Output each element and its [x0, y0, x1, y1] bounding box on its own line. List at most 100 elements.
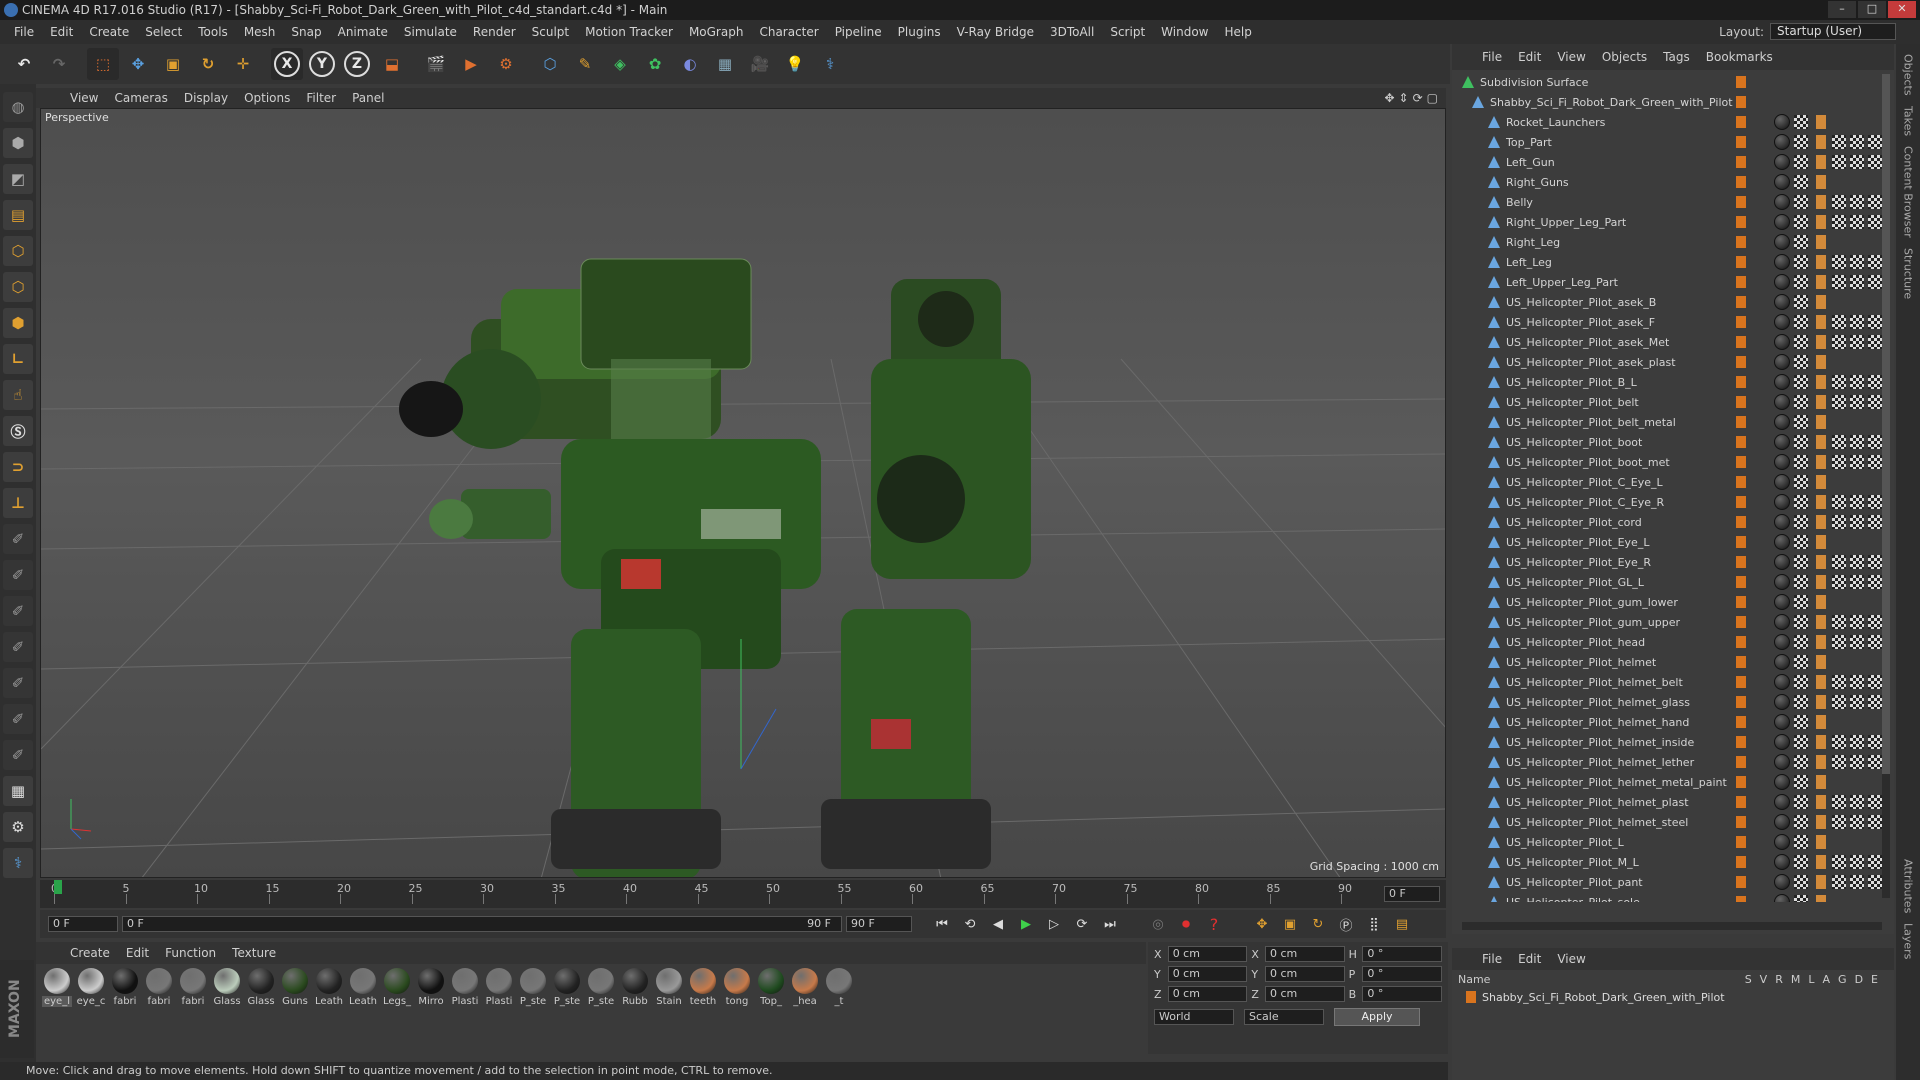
coordinate-space-select[interactable]: World [1154, 1009, 1234, 1025]
perspective-viewport[interactable]: Perspective Grid Spacing : 1000 cm [40, 108, 1446, 878]
menu-file[interactable]: File [6, 25, 42, 39]
object-row[interactable]: US_Helicopter_Pilot_GL_L [1452, 572, 1892, 592]
object-menu-objects[interactable]: Objects [1594, 50, 1655, 64]
grid-icon[interactable]: ▦ [3, 776, 33, 806]
material-tag-icon[interactable] [1774, 434, 1790, 450]
rotation-field[interactable]: 0 ° [1362, 946, 1442, 962]
texture-tag-icon[interactable] [1868, 135, 1882, 149]
phong-tag-icon[interactable] [1816, 815, 1826, 829]
object-row[interactable]: US_Helicopter_Pilot_cord [1452, 512, 1892, 532]
phong-tag-icon[interactable] [1816, 895, 1826, 902]
texture-tag-icon[interactable] [1832, 455, 1846, 469]
phong-tag-icon[interactable] [1816, 455, 1826, 469]
texture-tag-icon[interactable] [1832, 855, 1846, 869]
edges-mode-icon[interactable]: ⬡ [3, 272, 33, 302]
material-tag-icon[interactable] [1774, 454, 1790, 470]
rotate-view-icon[interactable]: ⟳ [1413, 91, 1423, 105]
phong-tag-icon[interactable] [1816, 715, 1826, 729]
viewport-menu-display[interactable]: Display [176, 91, 236, 105]
material-tag-icon[interactable] [1774, 814, 1790, 830]
object-row[interactable]: Belly [1452, 192, 1892, 212]
object-row[interactable]: Right_Upper_Leg_Part [1452, 212, 1892, 232]
object-list-scrollbar[interactable] [1882, 74, 1890, 898]
texture-tag-icon[interactable] [1850, 135, 1864, 149]
texture-tag-icon[interactable] [1794, 375, 1808, 389]
material-swatch[interactable]: eye_l [42, 968, 72, 1056]
phong-tag-icon[interactable] [1816, 855, 1826, 869]
phong-tag-icon[interactable] [1816, 635, 1826, 649]
layer-column-v[interactable]: V [1760, 973, 1768, 986]
preview-range-slider[interactable]: 0 F 90 F [122, 916, 842, 932]
material-swatch[interactable]: Mirro [416, 968, 446, 1056]
texture-tag-icon[interactable] [1868, 255, 1882, 269]
material-tag-icon[interactable] [1774, 394, 1790, 410]
object-menu-bookmarks[interactable]: Bookmarks [1698, 50, 1781, 64]
make-editable-icon[interactable]: ⬢ [3, 128, 33, 158]
side-tab-structure[interactable]: Structure [1902, 248, 1915, 299]
object-row[interactable]: US_Helicopter_Pilot_gum_lower [1452, 592, 1892, 612]
texture-tag-icon[interactable] [1832, 275, 1846, 289]
texture-tag-icon[interactable] [1794, 755, 1808, 769]
texture-tag-icon[interactable] [1850, 875, 1864, 889]
texture-tag-icon[interactable] [1832, 735, 1846, 749]
object-row[interactable]: US_Helicopter_Pilot_asek_F [1452, 312, 1892, 332]
material-swatch[interactable]: Stain [654, 968, 684, 1056]
texture-tag-icon[interactable] [1868, 815, 1882, 829]
texture-tag-icon[interactable] [1850, 435, 1864, 449]
texture-tag-icon[interactable] [1868, 375, 1882, 389]
material-tag-icon[interactable] [1774, 334, 1790, 350]
phong-tag-icon[interactable] [1816, 115, 1826, 129]
object-row[interactable]: US_Helicopter_Pilot_boot [1452, 432, 1892, 452]
position-field[interactable]: 0 cm [1167, 946, 1248, 962]
material-swatch[interactable]: fabri [110, 968, 140, 1056]
material-swatch[interactable]: Guns [280, 968, 310, 1056]
material-tag-icon[interactable] [1774, 374, 1790, 390]
layer-column-s[interactable]: S [1745, 973, 1752, 986]
key-parameter-icon[interactable]: Ⓟ [1334, 913, 1358, 935]
phong-tag-icon[interactable] [1816, 335, 1826, 349]
texture-tag-icon[interactable] [1794, 475, 1808, 489]
key-position-icon[interactable]: ✥ [1250, 913, 1274, 935]
apply-button[interactable]: Apply [1334, 1008, 1420, 1026]
side-tab-attributes[interactable]: Attributes [1902, 859, 1915, 913]
side-tab-layers[interactable]: Layers [1902, 923, 1915, 959]
menu-simulate[interactable]: Simulate [396, 25, 465, 39]
material-tag-icon[interactable] [1774, 354, 1790, 370]
layer-column-a[interactable]: A [1823, 973, 1831, 986]
record-icon[interactable]: ⏺ [1174, 913, 1198, 935]
menu-create[interactable]: Create [81, 25, 137, 39]
object-row[interactable]: US_Helicopter_Pilot_belt_metal [1452, 412, 1892, 432]
layout-select[interactable]: Startup (User) [1770, 23, 1896, 40]
menu-script[interactable]: Script [1102, 25, 1153, 39]
move-tool-icon[interactable]: ✥ [122, 48, 154, 80]
viewport-solo-icon[interactable]: ◍ [3, 92, 33, 122]
material-swatch[interactable]: _hea [790, 968, 820, 1056]
keyframe-icon[interactable]: ◎ [1146, 913, 1170, 935]
texture-tag-icon[interactable] [1868, 275, 1882, 289]
menu-sculpt[interactable]: Sculpt [524, 25, 577, 39]
phong-tag-icon[interactable] [1816, 535, 1826, 549]
cube-primitive-icon[interactable]: ⬡ [534, 48, 566, 80]
material-swatch[interactable]: fabri [144, 968, 174, 1056]
texture-tag-icon[interactable] [1868, 675, 1882, 689]
phong-tag-icon[interactable] [1816, 835, 1826, 849]
material-menu-create[interactable]: Create [62, 946, 118, 960]
object-row[interactable]: US_Helicopter_Pilot_helmet_metal_paint [1452, 772, 1892, 792]
phong-tag-icon[interactable] [1816, 595, 1826, 609]
object-row[interactable]: US_Helicopter_Pilot_asek_B [1452, 292, 1892, 312]
texture-tag-icon[interactable] [1832, 675, 1846, 689]
texture-tag-icon[interactable] [1868, 735, 1882, 749]
texture-tag-icon[interactable] [1794, 315, 1808, 329]
texture-tag-icon[interactable] [1850, 575, 1864, 589]
start-frame-field[interactable]: 0 F [48, 916, 118, 932]
menu-mograph[interactable]: MoGraph [681, 25, 752, 39]
texture-tag-icon[interactable] [1794, 695, 1808, 709]
timeline-ruler[interactable]: 051015202530354045505560657075808590 0 F [40, 880, 1446, 908]
texture-tag-icon[interactable] [1868, 155, 1882, 169]
texture-tag-icon[interactable] [1850, 315, 1864, 329]
texture-tag-icon[interactable] [1832, 615, 1846, 629]
material-menu-function[interactable]: Function [157, 946, 224, 960]
object-menu-tags[interactable]: Tags [1655, 50, 1698, 64]
material-swatch[interactable]: Glass [212, 968, 242, 1056]
phong-tag-icon[interactable] [1816, 435, 1826, 449]
